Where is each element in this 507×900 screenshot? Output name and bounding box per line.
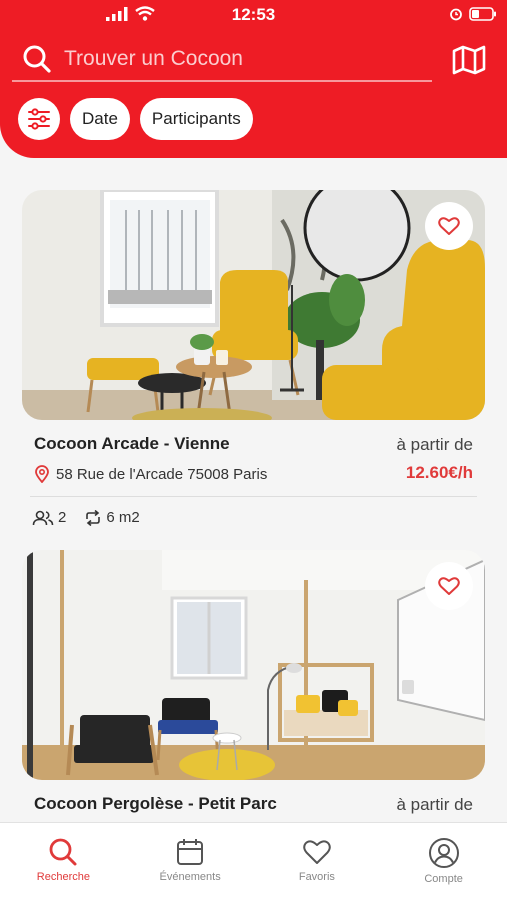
search-header: 12:53 Trouver un Cocoon Date Participant… — [0, 0, 507, 158]
capacity-info: 2 — [32, 509, 66, 526]
calendar-icon — [177, 839, 204, 865]
address-text: 58 Rue de l'Arcade 75008 Paris — [56, 465, 268, 483]
card-divider — [30, 496, 477, 497]
status-time: 12:53 — [231, 5, 276, 24]
area-value: 6 m2 — [106, 509, 140, 526]
favorite-button[interactable] — [425, 562, 473, 610]
listing-meta: 2 6 m2 — [32, 509, 140, 526]
price-prefix: à partir de — [396, 435, 473, 454]
heart-icon — [303, 840, 331, 864]
tab-label: Compte — [424, 873, 463, 885]
search-input[interactable] — [64, 39, 414, 79]
sliders-icon — [28, 108, 50, 130]
search-bar[interactable] — [12, 38, 432, 82]
map-icon[interactable] — [449, 42, 489, 78]
search-icon — [49, 838, 77, 866]
listing-photo[interactable] — [22, 190, 485, 420]
listing-address: 58 Rue de l'Arcade 75008 Paris — [34, 465, 267, 483]
tab-label: Événements — [159, 871, 221, 883]
tab-evenements[interactable]: Événements — [127, 823, 254, 900]
listing-title[interactable]: Cocoon Arcade - Vienne — [34, 434, 230, 454]
tab-favoris[interactable]: Favoris — [254, 823, 381, 900]
alarm-icon — [450, 8, 462, 21]
status-bar: 12:53 — [0, 0, 507, 30]
listing-title[interactable]: Cocoon Pergolèse - Petit Parc — [34, 794, 277, 814]
date-filter-chip[interactable]: Date — [70, 98, 130, 140]
location-pin-icon — [35, 465, 49, 483]
price-prefix: à partir de — [396, 795, 473, 814]
heart-icon — [438, 577, 460, 595]
battery-icon — [469, 7, 496, 21]
bottom-tab-bar: Recherche Événements Favoris Compte — [0, 822, 507, 900]
listing-card[interactable]: Cocoon Arcade - Vienne à partir de 58 Ru… — [22, 190, 485, 538]
area-arrows-icon — [86, 509, 101, 526]
listing-price: 12.60€/h — [405, 463, 473, 482]
tab-label: Favoris — [298, 871, 335, 883]
status-right-indicators — [449, 7, 497, 21]
listing-card[interactable]: Cocoon Pergolèse - Petit Parc à partir d… — [22, 550, 485, 822]
heart-icon — [438, 217, 460, 235]
people-icon — [32, 510, 54, 525]
favorite-button[interactable] — [425, 202, 473, 250]
tab-label: Recherche — [36, 871, 90, 883]
listing-photo[interactable] — [22, 550, 485, 780]
search-icon — [20, 42, 54, 76]
filter-chips: Date Participants — [18, 98, 253, 140]
account-icon — [428, 838, 459, 868]
capacity-value: 2 — [58, 509, 67, 526]
tab-recherche[interactable]: Recherche — [0, 823, 127, 900]
tab-compte[interactable]: Compte — [380, 823, 507, 900]
area-info: 6 m2 — [84, 509, 140, 526]
filter-settings-button[interactable] — [18, 98, 60, 140]
participants-filter-chip[interactable]: Participants — [139, 98, 253, 140]
